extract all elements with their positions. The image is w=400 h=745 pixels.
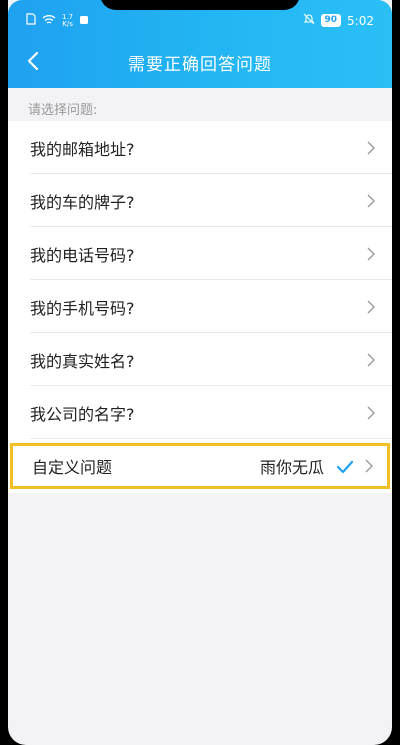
chevron-right-icon [364,194,378,208]
question-item-custom[interactable]: 自定义问题 雨你无瓜 [10,443,390,489]
battery-indicator: 90 [320,14,342,27]
question-label: 自定义问题 [32,458,113,477]
question-item-mobile[interactable]: 我的手机号码? [8,280,392,333]
section-label: 请选择问题: [28,103,98,118]
question-label: 我的邮箱地址? [30,139,135,159]
chevron-right-icon [364,247,378,261]
mute-icon [303,13,315,28]
question-item-phone[interactable]: 我的电话号码? [8,227,392,280]
chevron-right-icon [364,353,378,367]
question-label: 我的电话号码? [30,245,135,265]
chevron-right-icon [364,406,378,420]
page-title: 需要正确回答问题 [128,55,272,75]
wifi-icon [42,14,56,28]
custom-question-value: 雨你无瓜 [259,458,324,477]
question-label: 我公司的名字? [30,404,135,424]
question-item-email[interactable]: 我的邮箱地址? [8,121,392,174]
question-item-company[interactable]: 我公司的名字? [8,386,392,439]
chevron-right-icon [364,141,378,155]
status-bar: 1.7 K/s 90 5:02 [8,12,392,32]
status-left: 1.7 K/s [26,13,89,28]
network-speed-unit: K/s [62,19,73,28]
question-label: 我的车的牌子? [30,192,135,212]
checkmark-icon [336,459,354,474]
notification-icon [79,14,89,28]
app-header: 1.7 K/s 90 5:02 需要正确回答问题 [8,0,392,88]
question-item-car-brand[interactable]: 我的车的牌子? [8,174,392,227]
question-label: 我的手机号码? [30,298,135,318]
question-label: 我的真实姓名? [30,351,135,371]
network-speed: 1.7 K/s [62,13,73,28]
status-right: 90 5:02 [303,13,374,28]
chevron-right-icon [362,459,376,473]
sim-icon [26,13,36,28]
phone-screen: 1.7 K/s 90 5:02 需要正确回答问题 请选择问题: 我的邮箱地址? … [8,0,392,745]
camera-notch [100,0,300,10]
question-item-real-name[interactable]: 我的真实姓名? [8,333,392,386]
question-list: 我的邮箱地址? 我的车的牌子? 我的电话号码? 我的手机号码? 我的真实姓名? [8,121,392,493]
chevron-right-icon [364,300,378,314]
status-time: 5:02 [347,13,374,28]
